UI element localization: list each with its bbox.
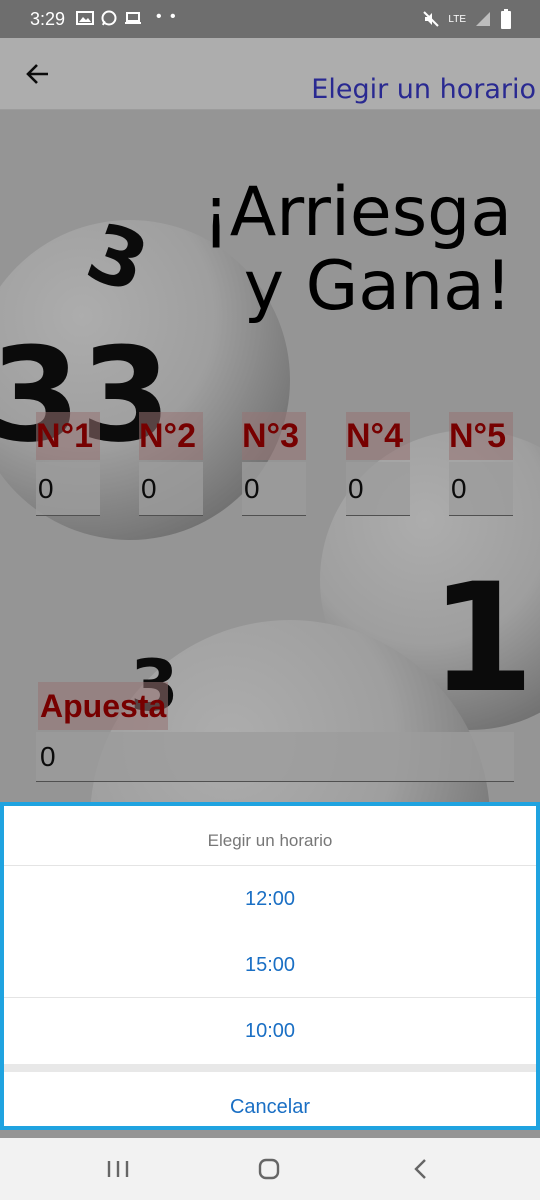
home-icon[interactable] xyxy=(251,1154,287,1184)
schedule-option-1500[interactable]: 15:00 xyxy=(4,932,536,998)
battery-icon xyxy=(501,9,511,29)
status-bar: 3:29 • • LTE xyxy=(0,0,540,38)
schedule-option-1200[interactable]: 12:00 xyxy=(4,866,536,932)
back-icon[interactable] xyxy=(403,1154,439,1184)
cancel-button[interactable]: Cancelar xyxy=(4,1072,536,1126)
recent-apps-icon[interactable] xyxy=(100,1154,136,1184)
laptop-icon xyxy=(125,12,141,24)
whatsapp-icon xyxy=(101,10,117,26)
gallery-icon xyxy=(76,11,94,25)
mute-icon xyxy=(423,11,440,27)
signal-icon xyxy=(476,12,490,26)
status-time: 3:29 xyxy=(30,9,66,29)
sheet-title: Elegir un horario xyxy=(4,806,536,866)
schedule-option-1000[interactable]: 10:00 xyxy=(4,998,536,1064)
status-notification-icons xyxy=(76,10,142,26)
system-nav-bar xyxy=(0,1138,540,1200)
schedule-action-sheet: Elegir un horario 12:00 15:00 10:00 Canc… xyxy=(0,802,540,1130)
status-more-dots: • • xyxy=(156,8,178,25)
status-system-icons: LTE xyxy=(422,9,512,29)
lte-icon: LTE xyxy=(448,13,466,25)
